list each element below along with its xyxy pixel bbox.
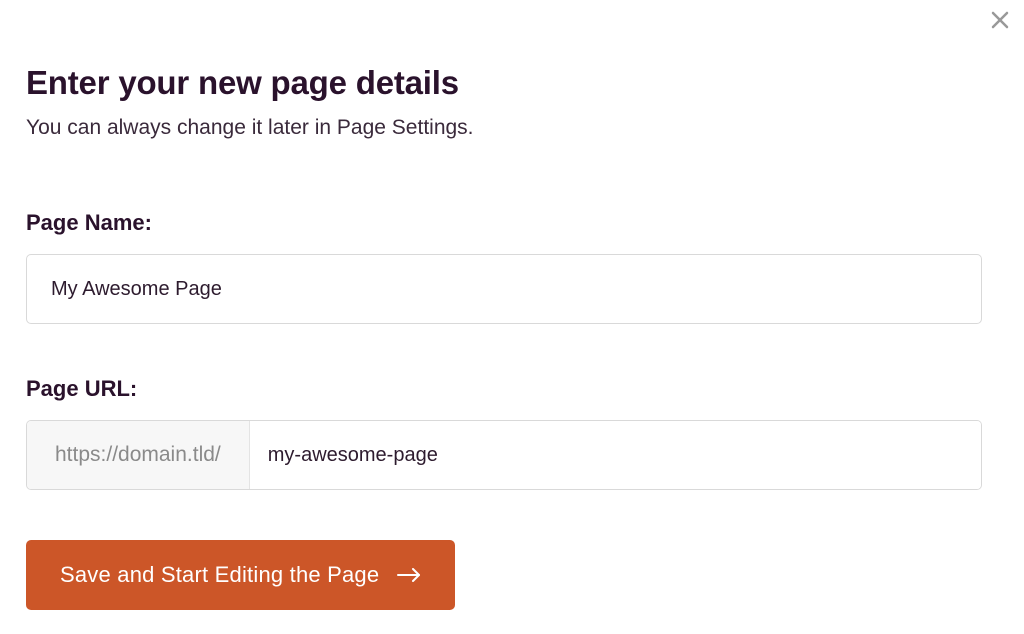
page-url-label: Page URL: bbox=[26, 376, 998, 402]
page-name-input[interactable] bbox=[26, 254, 982, 324]
save-and-edit-button-label: Save and Start Editing the Page bbox=[60, 562, 379, 588]
close-icon bbox=[990, 10, 1010, 35]
page-name-label: Page Name: bbox=[26, 210, 998, 236]
dialog-title: Enter your new page details bbox=[26, 64, 998, 102]
dialog-subtitle: You can always change it later in Page S… bbox=[26, 116, 998, 140]
page-url-input[interactable] bbox=[250, 421, 981, 489]
page-url-field-group: Page URL: https://domain.tld/ bbox=[26, 376, 998, 490]
close-button[interactable] bbox=[986, 8, 1014, 36]
save-and-edit-button[interactable]: Save and Start Editing the Page bbox=[26, 540, 455, 610]
page-url-input-group: https://domain.tld/ bbox=[26, 420, 982, 490]
page-url-prefix: https://domain.tld/ bbox=[27, 421, 250, 489]
page-name-field-group: Page Name: bbox=[26, 210, 998, 324]
new-page-dialog: Enter your new page details You can alwa… bbox=[0, 0, 1024, 634]
arrow-right-icon bbox=[397, 562, 421, 588]
